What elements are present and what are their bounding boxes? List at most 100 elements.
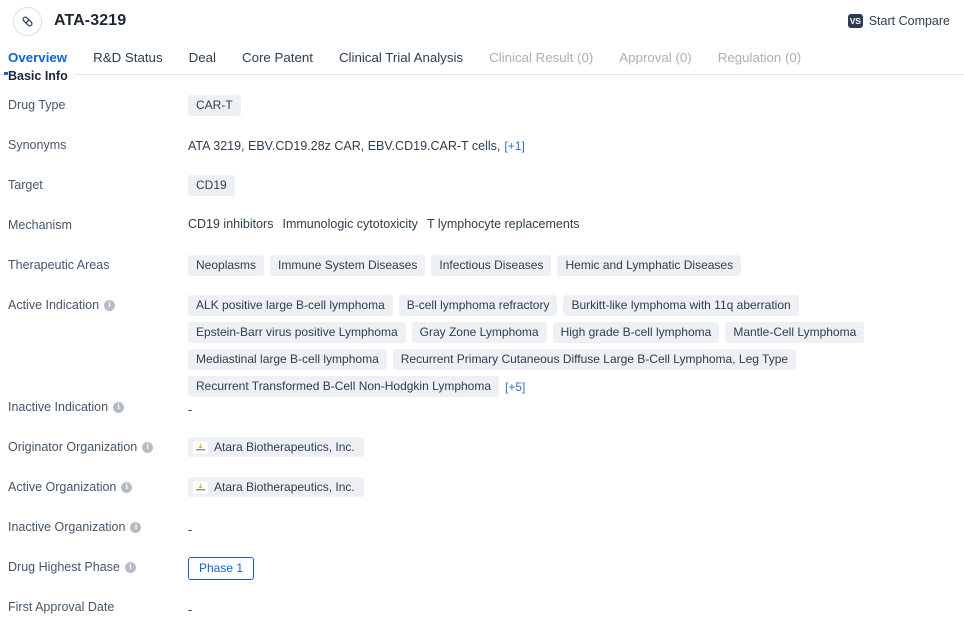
drug-highest-phase-badge[interactable]: Phase 1 xyxy=(188,557,255,580)
field-label-text: Inactive Indication xyxy=(8,400,109,414)
organization-logo-icon xyxy=(193,480,208,494)
section-title-basic-info: Basic Info xyxy=(8,69,74,83)
field-label: Active Indication i xyxy=(8,295,188,312)
tab-rd-status[interactable]: R&D Status xyxy=(93,50,162,74)
empty-value: - xyxy=(188,603,193,617)
organization-name: Atara Biotherapeutics, Inc. xyxy=(214,480,355,494)
info-icon[interactable]: i xyxy=(142,441,154,453)
synonyms-more-link[interactable]: [+1] xyxy=(504,139,524,153)
field-row-therapeutic-areas: Therapeutic Areas Neoplasms Immune Syste… xyxy=(8,255,964,295)
field-label: Drug Type xyxy=(8,95,188,112)
info-icon[interactable]: i xyxy=(121,481,133,493)
field-label: Drug Highest Phase i xyxy=(8,557,188,574)
field-label: Therapeutic Areas xyxy=(8,255,188,272)
field-row-synonyms: Synonyms ATA 3219, EBV.CD19.28z CAR, EBV… xyxy=(8,135,964,175)
field-row-active-organization: Active Organization i Atara Biotherapeut… xyxy=(8,477,964,517)
active-indication-tag-list: ALK positive large B-cell lymphoma B-cel… xyxy=(188,295,964,397)
tag-therapeutic-area[interactable]: Infectious Diseases xyxy=(431,255,552,276)
field-value: Neoplasms Immune System Diseases Infecti… xyxy=(188,255,964,276)
field-label: Inactive Indication i xyxy=(8,397,188,414)
field-label: Active Organization i xyxy=(8,477,188,494)
field-label: Originator Organization i xyxy=(8,437,188,454)
tab-approval[interactable]: Approval (0) xyxy=(619,50,691,74)
field-row-active-indication: Active Indication i ALK positive large B… xyxy=(8,295,964,397)
field-label: Mechanism xyxy=(8,215,188,232)
empty-value: - xyxy=(188,523,193,537)
field-label-text: Inactive Organization xyxy=(8,520,126,534)
field-label: Target xyxy=(8,175,188,192)
start-compare-label: Start Compare xyxy=(868,14,950,28)
tag-active-indication[interactable]: Mediastinal large B-cell lymphoma xyxy=(188,349,387,370)
tag-drug-type[interactable]: CAR-T xyxy=(188,95,241,116)
tag-active-indication[interactable]: Gray Zone Lymphoma xyxy=(411,322,547,343)
field-label-text: Mechanism xyxy=(8,218,72,232)
organization-logo-icon xyxy=(193,440,208,454)
synonyms-text: ATA 3219, EBV.CD19.28z CAR, EBV.CD19.CAR… xyxy=(188,139,501,153)
field-value: CD19 inhibitors Immunologic cytotoxicity… xyxy=(188,215,964,231)
empty-value: - xyxy=(188,403,193,417)
info-icon[interactable]: i xyxy=(104,299,116,311)
field-label: First Approval Date xyxy=(8,597,188,614)
field-label-text: Synonyms xyxy=(8,138,67,152)
info-icon[interactable]: i xyxy=(124,561,136,573)
tag-therapeutic-area[interactable]: Immune System Diseases xyxy=(270,255,426,276)
tag-therapeutic-area[interactable]: Hemic and Lymphatic Diseases xyxy=(557,255,742,276)
start-compare-button[interactable]: VS Start Compare xyxy=(847,14,950,28)
tag-active-indication[interactable]: Burkitt-like lymphoma with 11q aberratio… xyxy=(563,295,799,316)
info-icon[interactable]: i xyxy=(130,521,142,533)
field-label-text: Active Indication xyxy=(8,298,100,312)
field-row-drug-type: Drug Type CAR-T xyxy=(8,95,964,135)
field-value: ATA 3219, EBV.CD19.28z CAR, EBV.CD19.CAR… xyxy=(188,135,964,154)
tag-therapeutic-area[interactable]: Neoplasms xyxy=(188,255,265,276)
tab-regulation[interactable]: Regulation (0) xyxy=(718,50,802,74)
field-label: Synonyms xyxy=(8,135,188,152)
tag-active-indication[interactable]: Epstein-Barr virus positive Lymphoma xyxy=(188,322,406,343)
tab-clinical-trial-analysis[interactable]: Clinical Trial Analysis xyxy=(339,50,463,74)
field-row-target: Target CD19 xyxy=(8,175,964,215)
page-title: ATA-3219 xyxy=(54,12,127,29)
tag-active-indication[interactable]: Recurrent Primary Cutaneous Diffuse Larg… xyxy=(392,349,797,370)
field-label-text: Drug Highest Phase xyxy=(8,560,120,574)
tab-clinical-result[interactable]: Clinical Result (0) xyxy=(489,50,593,74)
tag-active-indication[interactable]: High grade B-cell lymphoma xyxy=(552,322,720,343)
field-label-text: Target xyxy=(8,178,43,192)
field-value: - xyxy=(188,517,964,538)
field-label-text: First Approval Date xyxy=(8,600,115,614)
tag-active-indication[interactable]: Mantle-Cell Lymphoma xyxy=(725,322,865,343)
tag-target[interactable]: CD19 xyxy=(188,175,235,196)
info-icon[interactable]: i xyxy=(113,401,125,413)
field-row-originator-organization: Originator Organization i Atara Biothera… xyxy=(8,437,964,477)
field-label-text: Drug Type xyxy=(8,98,66,112)
field-row-first-approval-date: First Approval Date - xyxy=(8,597,964,637)
organization-name: Atara Biotherapeutics, Inc. xyxy=(214,440,355,454)
field-row-drug-highest-phase: Drug Highest Phase i Phase 1 xyxy=(8,557,964,597)
field-row-inactive-indication: Inactive Indication i - xyxy=(8,397,964,437)
page-header: ATA-3219 VS Start Compare xyxy=(0,0,964,42)
field-row-inactive-organization: Inactive Organization i - xyxy=(8,517,964,557)
tag-active-indication[interactable]: ALK positive large B-cell lymphoma xyxy=(188,295,393,316)
field-value: ALK positive large B-cell lymphoma B-cel… xyxy=(188,295,964,397)
field-label: Inactive Organization i xyxy=(8,517,188,534)
active-indication-more-link[interactable]: [+5] xyxy=(505,380,525,394)
field-label-text: Active Organization xyxy=(8,480,117,494)
pill-capsule-icon xyxy=(13,6,42,36)
tab-bar: Overview R&D Status Deal Core Patent Cli… xyxy=(0,42,964,75)
field-value: Phase 1 xyxy=(188,557,964,580)
tag-active-indication[interactable]: Recurrent Transformed B-Cell Non-Hodgkin… xyxy=(188,376,500,397)
tab-deal[interactable]: Deal xyxy=(189,50,216,74)
tag-organization[interactable]: Atara Biotherapeutics, Inc. xyxy=(188,437,364,457)
field-value: CAR-T xyxy=(188,95,964,116)
field-value: - xyxy=(188,397,964,418)
mechanism-list: CD19 inhibitors Immunologic cytotoxicity… xyxy=(188,215,580,231)
mechanism-item[interactable]: T lymphocyte replacements xyxy=(427,217,580,231)
mechanism-item[interactable]: Immunologic cytotoxicity xyxy=(282,217,417,231)
basic-info-rows: Drug Type CAR-T Synonyms ATA 3219, EBV.C… xyxy=(8,75,964,637)
versus-icon: VS xyxy=(847,14,863,28)
field-value: Atara Biotherapeutics, Inc. xyxy=(188,477,964,497)
field-label-text: Originator Organization xyxy=(8,440,138,454)
tag-organization[interactable]: Atara Biotherapeutics, Inc. xyxy=(188,477,364,497)
mechanism-item[interactable]: CD19 inhibitors xyxy=(188,217,273,231)
tab-core-patent[interactable]: Core Patent xyxy=(242,50,313,74)
tag-active-indication[interactable]: B-cell lymphoma refractory xyxy=(398,295,558,316)
overview-content: Basic Info Drug Type CAR-T Synonyms ATA … xyxy=(0,69,964,637)
